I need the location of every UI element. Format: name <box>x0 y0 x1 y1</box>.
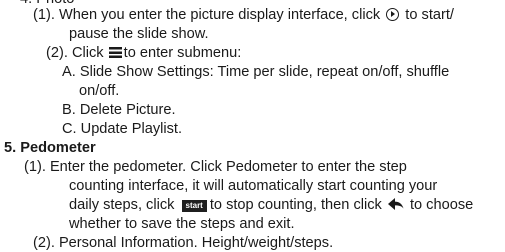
pedometer-step-2: (2). Personal Information. Height/weight… <box>33 235 334 251</box>
photo-step-1-line-2: pause the slide show. <box>69 26 209 42</box>
photo-step-1-line-1: (1). When you enter the picture display … <box>33 7 454 24</box>
photo-step-2: (2). Click to enter submenu: <box>46 45 241 62</box>
submenu-item-c: C. Update Playlist. <box>62 121 183 137</box>
pedometer-step-1-text-end: to choose <box>409 197 474 213</box>
photo-step-2-text-end: to enter submenu: <box>123 45 242 61</box>
back-arrow-icon <box>387 198 404 210</box>
photo-step-1-text-end: to start/ <box>405 7 454 23</box>
submenu-item-a-line-1: A. Slide Show Settings: Time per slide, … <box>62 64 450 80</box>
submenu-item-b: B. Delete Picture. <box>62 102 176 118</box>
pedometer-step-1-line-4: whether to save the steps and exit. <box>69 216 295 232</box>
pedometer-step-1-line-2: counting interface, it will automaticall… <box>69 178 438 194</box>
menu-icon <box>108 47 122 58</box>
section-5-heading: 5. Pedometer <box>4 140 96 156</box>
submenu-item-a-line-2: on/off. <box>79 83 120 99</box>
photo-step-1-text: (1). When you enter the picture display … <box>33 7 381 23</box>
pedometer-step-1-line-1: (1). Enter the pedometer. Click Pedomete… <box>24 159 407 175</box>
photo-step-2-text: (2). Click <box>46 45 104 61</box>
pedometer-step-1-line-3: daily steps, click start to stop counting… <box>69 197 473 214</box>
pedometer-step-1-text: daily steps, click <box>69 197 175 213</box>
pedometer-step-1-text-middle: to stop counting, then click <box>209 197 382 213</box>
play-circle-icon <box>386 8 400 21</box>
start-button-icon: start <box>181 200 207 212</box>
